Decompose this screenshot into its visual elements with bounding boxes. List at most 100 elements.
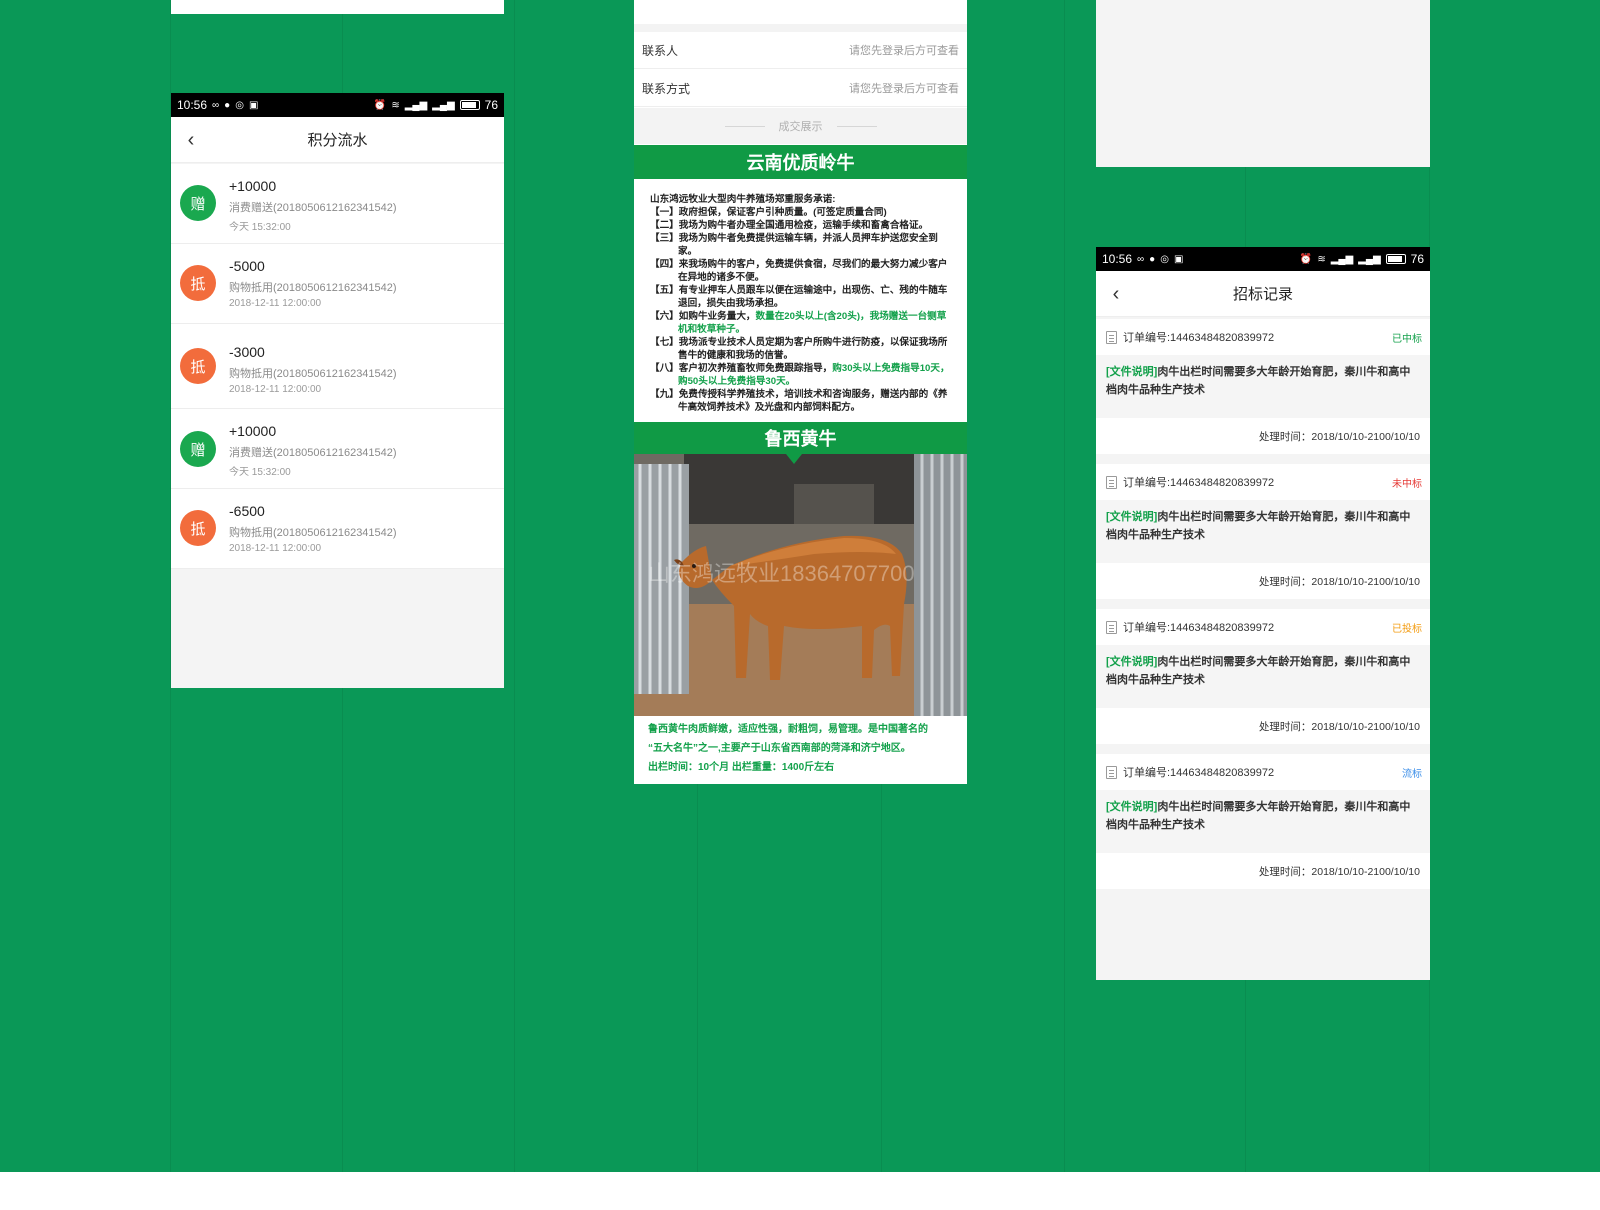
promise-item: 【三】我场为购牛者免费提供运输车辆，并派人员押车护送您安全到家。 bbox=[650, 233, 938, 257]
signal-icon: ▂▄▆ bbox=[432, 99, 455, 111]
deduct-badge-icon: 抵 bbox=[180, 265, 216, 301]
nav-bar: ‹ 招标记录 bbox=[1096, 271, 1430, 317]
chat-bubble-icon: ● bbox=[224, 99, 231, 111]
deduct-badge-icon: 抵 bbox=[180, 348, 216, 384]
document-icon bbox=[1106, 475, 1117, 489]
divider bbox=[634, 24, 967, 32]
promise-item: 【九】免费传授科学养殖技术，培训技术和咨询服务，赠送内部的《养牛高效饲养技术》及… bbox=[650, 389, 948, 413]
record-header: 订单编号:14463484820839972 流标 bbox=[1096, 754, 1430, 790]
tender-record-card[interactable]: 订单编号:14463484820839972 已中标 [文件说明]肉牛出栏时间需… bbox=[1096, 319, 1430, 454]
promise-item: 【二】我场为购牛者办理全国通用检疫，运输手续和畜禽合格证。 bbox=[650, 220, 929, 231]
record-header: 订单编号:14463484820839972 已投标 bbox=[1096, 609, 1430, 645]
alarm-icon: ⏰ bbox=[373, 99, 387, 111]
breed-caption: 鲁西黄牛肉质鲜嫩，适应性强，耐粗饲，易管理。是中国著名的 “五大名牛”之一,主要… bbox=[634, 716, 967, 784]
document-icon bbox=[1106, 620, 1117, 634]
wifi-icon: ≋ bbox=[1317, 253, 1326, 265]
list-item[interactable]: 抵 -6500 购物抵用(2018050612162341542) 2018-1… bbox=[171, 489, 504, 569]
points-time: 2018-12-11 12:00:00 bbox=[229, 384, 322, 395]
record-description: [文件说明]肉牛出栏时间需要多大年龄开始育肥，秦川牛和高中档肉牛品种生产技术 bbox=[1106, 511, 1411, 541]
contact-label: 联系人 bbox=[642, 43, 679, 58]
contact-value: 请您先登录后方可查看 bbox=[849, 45, 959, 57]
points-amount: -5000 bbox=[229, 258, 265, 274]
caption-line: 鲁西黄牛肉质鲜嫩，适应性强，耐粗饲，易管理。是中国著名的 bbox=[648, 724, 928, 735]
list-item[interactable]: 赠 +10000 消费赠送(2018050612162341542) 今天 15… bbox=[171, 164, 504, 244]
caption-line: “五大名牛”之一,主要产于山东省西南部的菏泽和济宁地区。 bbox=[648, 743, 911, 754]
status-badge: 未中标 bbox=[1392, 478, 1422, 490]
points-amount: +10000 bbox=[229, 178, 277, 194]
sync-icon: ◎ bbox=[1160, 253, 1169, 265]
image-icon: ▣ bbox=[248, 99, 259, 111]
infinity-icon: ∞ bbox=[212, 99, 220, 111]
section-label: 成交展示 bbox=[778, 121, 823, 133]
wifi-icon: ≋ bbox=[391, 99, 400, 111]
caption-line: 出栏时间：10个月 出栏重量：1400斤左右 bbox=[648, 762, 835, 773]
infinity-icon: ∞ bbox=[1137, 253, 1145, 265]
record-description: [文件说明]肉牛出栏时间需要多大年龄开始育肥，秦川牛和高中档肉牛品种生产技术 bbox=[1106, 801, 1411, 831]
status-time: 10:56 bbox=[1102, 252, 1133, 266]
points-description: 购物抵用(2018050612162341542) bbox=[229, 368, 397, 380]
record-header: 订单编号:14463484820839972 未中标 bbox=[1096, 464, 1430, 500]
promise-item: 【一】政府担保，保证客户引种质量。(可签定质量合同) bbox=[650, 207, 887, 218]
page-title: 积分流水 bbox=[307, 132, 368, 149]
tender-record-card[interactable]: 订单编号:14463484820839972 已投标 [文件说明]肉牛出栏时间需… bbox=[1096, 609, 1430, 744]
points-amount: -6500 bbox=[229, 503, 265, 519]
status-badge: 已中标 bbox=[1392, 333, 1422, 345]
points-time: 今天 15:32:00 bbox=[229, 222, 291, 233]
photo-watermark: 山东鸿远牧业18364707700 bbox=[648, 561, 915, 586]
battery-icon bbox=[1385, 254, 1406, 264]
back-arrow-icon[interactable]: ‹ bbox=[1104, 271, 1128, 317]
green-backdrop: 10:56 ∞ ● ◎ ▣ ⏰ ≋ ▂▄▆ ▂▄▆ 76 ‹ 积分流水 赠 +1… bbox=[0, 0, 1600, 1172]
guide-line bbox=[1064, 0, 1065, 1172]
points-description: 购物抵用(2018050612162341542) bbox=[229, 527, 397, 539]
breed-banner: 云南优质岭牛 bbox=[634, 145, 967, 179]
points-description: 消费赠送(2018050612162341542) bbox=[229, 447, 397, 459]
status-time: 10:56 bbox=[177, 98, 208, 112]
points-description: 消费赠送(2018050612162341542) bbox=[229, 202, 397, 214]
status-badge: 已投标 bbox=[1392, 623, 1422, 635]
service-promise: 山东鸿远牧业大型肉牛养殖场郑重服务承诺: 【一】政府担保，保证客户引种质量。(可… bbox=[634, 179, 967, 422]
points-time: 2018-12-11 12:00:00 bbox=[229, 543, 322, 554]
signal-icon: ▂▄▆ bbox=[1358, 253, 1381, 265]
contact-method-row[interactable]: 联系方式 请您先登录后方可查看 bbox=[634, 70, 967, 107]
alarm-icon: ⏰ bbox=[1299, 253, 1313, 265]
section-divider: 成交展示 bbox=[634, 108, 967, 144]
sync-icon: ◎ bbox=[235, 99, 244, 111]
order-number: 订单编号:14463484820839972 bbox=[1123, 332, 1275, 344]
image-icon: ▣ bbox=[1173, 253, 1184, 265]
cattle-photo: 山东鸿远牧业18364707700 bbox=[634, 454, 967, 716]
previous-screen-fragment bbox=[171, 0, 504, 14]
order-number: 订单编号:14463484820839972 bbox=[1123, 767, 1275, 779]
contact-method-value: 请您先登录后方可查看 bbox=[849, 83, 959, 95]
promise-item: 【四】来我场购牛的客户，免费提供食宿，尽我们的最大努力减少客户在异地的诸多不便。 bbox=[650, 259, 948, 283]
list-item[interactable]: 赠 +10000 消费赠送(2018050612162341542) 今天 15… bbox=[171, 409, 504, 489]
promise-item: 【六】如购牛业务量大，数量在20头以上(含20头)，我场赠送一台铡草机和牧草种子… bbox=[650, 311, 947, 335]
back-arrow-icon[interactable]: ‹ bbox=[179, 117, 203, 163]
record-description: [文件说明]肉牛出栏时间需要多大年龄开始育肥，秦川牛和高中档肉牛品种生产技术 bbox=[1106, 366, 1411, 396]
tender-record-card[interactable]: 订单编号:14463484820839972 流标 [文件说明]肉牛出栏时间需要… bbox=[1096, 754, 1430, 889]
points-time: 2018-12-11 12:00:00 bbox=[229, 298, 322, 309]
contact-row[interactable]: 联系人 请您先登录后方可查看 bbox=[634, 32, 967, 69]
product-detail-screen: 联系人 请您先登录后方可查看 联系方式 请您先登录后方可查看 成交展示 云南优质… bbox=[634, 0, 967, 784]
process-time: 处理时间：2018/10/10-2100/10/10 bbox=[1096, 563, 1430, 599]
list-item[interactable]: 抵 -3000 购物抵用(2018050612162341542) 2018-1… bbox=[171, 324, 504, 409]
points-time: 今天 15:32:00 bbox=[229, 467, 291, 478]
record-header: 订单编号:14463484820839972 已中标 bbox=[1096, 319, 1430, 355]
previous-screen-fragment bbox=[1096, 0, 1430, 167]
list-item[interactable]: 抵 -5000 购物抵用(2018050612162341542) 2018-1… bbox=[171, 244, 504, 324]
status-badge: 流标 bbox=[1402, 768, 1422, 780]
order-number: 订单编号:14463484820839972 bbox=[1123, 622, 1275, 634]
contact-method-label: 联系方式 bbox=[642, 81, 691, 96]
guide-line bbox=[514, 0, 515, 1172]
gift-badge-icon: 赠 bbox=[180, 185, 216, 221]
tender-record-screen: 10:56 ∞ ● ◎ ▣ ⏰ ≋ ▂▄▆ ▂▄▆ 76 ‹ 招标记录 订单编号… bbox=[1096, 247, 1430, 980]
signal-icon: ▂▄▆ bbox=[404, 99, 428, 111]
promise-item: 【五】有专业押车人员跟车以便在运输途中，出现伤、亡、残的牛随车退回，损失由我场承… bbox=[650, 285, 948, 309]
tender-record-card[interactable]: 订单编号:14463484820839972 未中标 [文件说明]肉牛出栏时间需… bbox=[1096, 464, 1430, 599]
battery-icon bbox=[459, 100, 480, 110]
breed-banner: 鲁西黄牛 bbox=[634, 422, 967, 454]
points-amount: +10000 bbox=[229, 423, 277, 439]
record-description: [文件说明]肉牛出栏时间需要多大年龄开始育肥，秦川牛和高中档肉牛品种生产技术 bbox=[1106, 656, 1411, 686]
promise-lead: 山东鸿远牧业大型肉牛养殖场郑重服务承诺: bbox=[650, 194, 836, 205]
status-bar: 10:56 ∞ ● ◎ ▣ ⏰ ≋ ▂▄▆ ▂▄▆ 76 bbox=[1096, 247, 1430, 271]
points-flow-screen: 10:56 ∞ ● ◎ ▣ ⏰ ≋ ▂▄▆ ▂▄▆ 76 ‹ 积分流水 赠 +1… bbox=[171, 93, 504, 688]
